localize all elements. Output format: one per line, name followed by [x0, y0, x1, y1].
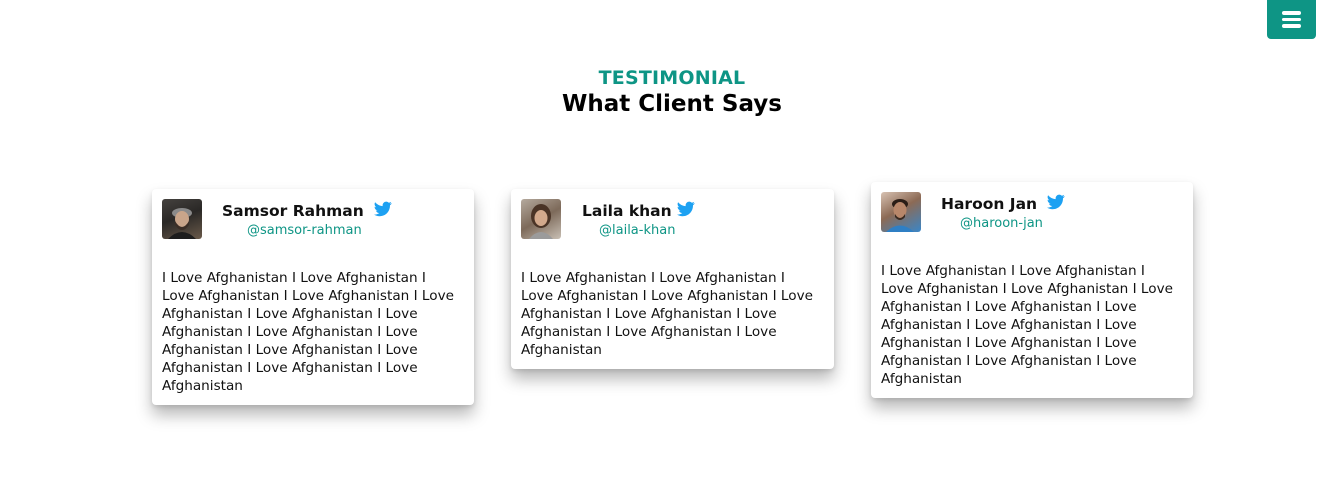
- avatar: [521, 199, 561, 239]
- twitter-icon[interactable]: [677, 201, 695, 217]
- testimonial-text: I Love Afghanistan I Love Afghanistan I …: [521, 270, 813, 358]
- testimonial-text: I Love Afghanistan I Love Afghanistan I …: [881, 263, 1173, 387]
- hamburger-menu-icon: [1282, 11, 1301, 15]
- avatar: [162, 199, 202, 239]
- client-name: Samsor Rahman: [222, 202, 364, 220]
- testimonial-card: Laila khan @laila-khan I Love Afghanista…: [511, 189, 834, 369]
- client-name: Haroon Jan: [941, 195, 1038, 213]
- section-eyebrow: TESTIMONIAL: [598, 67, 746, 89]
- section-title: What Client Says: [562, 91, 782, 117]
- twitter-icon[interactable]: [1047, 194, 1065, 210]
- testimonial-card: Haroon Jan @haroon-jan I Love Afghanista…: [871, 182, 1193, 398]
- client-handle[interactable]: @haroon-jan: [960, 215, 1043, 232]
- testimonial-card: Samsor Rahman @samsor-rahman I Love Afgh…: [152, 189, 474, 405]
- section-header: TESTIMONIAL What Client Says: [0, 66, 1334, 118]
- client-name: Laila khan: [582, 202, 672, 220]
- client-handle[interactable]: @laila-khan: [599, 222, 675, 239]
- twitter-icon[interactable]: [374, 201, 392, 217]
- testimonial-text: I Love Afghanistan I Love Afghanistan I …: [162, 270, 454, 394]
- avatar: [881, 192, 921, 232]
- hamburger-menu-button[interactable]: [1267, 0, 1316, 39]
- client-handle[interactable]: @samsor-rahman: [247, 222, 362, 239]
